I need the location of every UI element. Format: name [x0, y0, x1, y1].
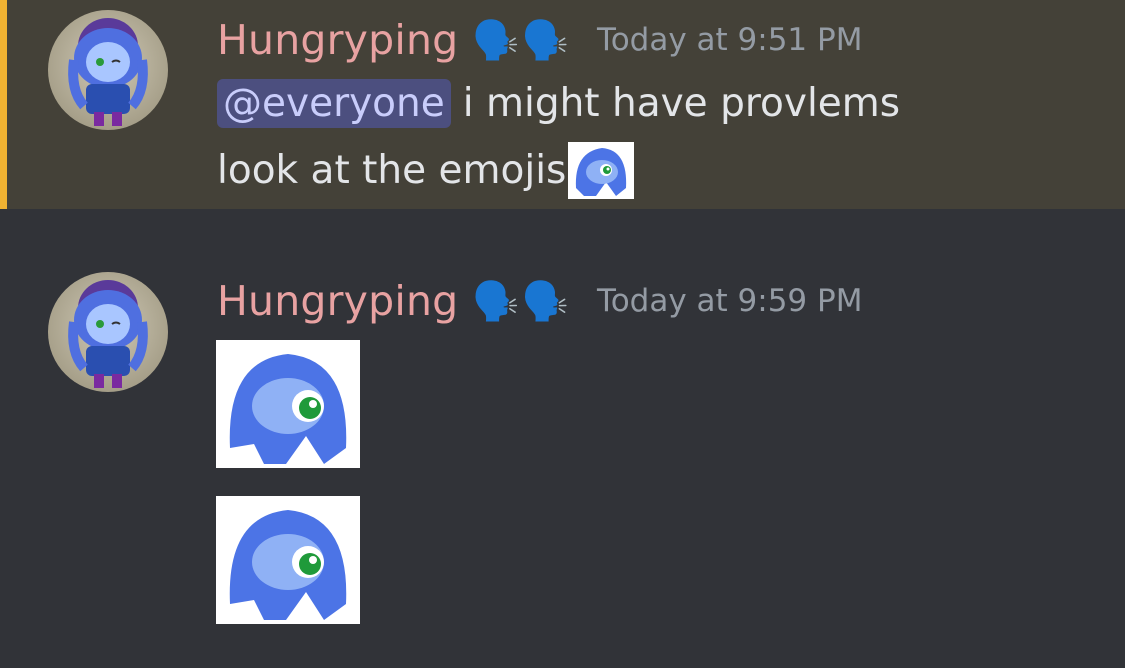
avatar[interactable]	[48, 272, 168, 392]
message-header: Hungryping 🗣️ 🗣️ Today at 9:51 PM	[217, 10, 862, 70]
message[interactable]: Hungryping 🗣️ 🗣️ Today at 9:59 PM	[0, 209, 1125, 668]
avatar-character-icon	[68, 18, 148, 126]
message-line-2: look at the emojis	[217, 140, 635, 200]
message-line-1: @everyone i might have provlems	[217, 70, 900, 136]
mention-highlight-bar	[0, 0, 7, 209]
everyone-mention[interactable]: @everyone	[217, 78, 451, 128]
message-text: i might have provlems	[462, 80, 901, 126]
username[interactable]: Hungryping	[217, 277, 458, 325]
speaking-head-icon: 🗣️	[472, 279, 520, 323]
speaking-head-icon: 🗣️	[472, 18, 520, 62]
status-icons: 🗣️ 🗣️	[472, 282, 571, 320]
status-icons: 🗣️ 🗣️	[472, 21, 571, 59]
message-header: Hungryping 🗣️ 🗣️ Today at 9:59 PM	[217, 271, 862, 331]
message-mention-highlight[interactable]: Hungryping 🗣️ 🗣️ Today at 9:51 PM @every…	[0, 0, 1125, 209]
timestamp[interactable]: Today at 9:51 PM	[597, 22, 862, 58]
avatar-character-icon	[68, 280, 148, 388]
blue-blob-sticker-icon[interactable]	[216, 340, 360, 468]
speaking-head-icon: 🗣️	[521, 18, 570, 62]
speaking-head-icon: 🗣️	[521, 279, 570, 323]
username[interactable]: Hungryping	[217, 16, 458, 64]
blue-blob-sticker-icon[interactable]	[216, 496, 360, 624]
timestamp[interactable]: Today at 9:59 PM	[597, 283, 862, 319]
message-text: look at the emojis	[217, 147, 567, 193]
avatar[interactable]	[48, 10, 168, 130]
blue-blob-emoji-icon[interactable]	[568, 141, 635, 199]
